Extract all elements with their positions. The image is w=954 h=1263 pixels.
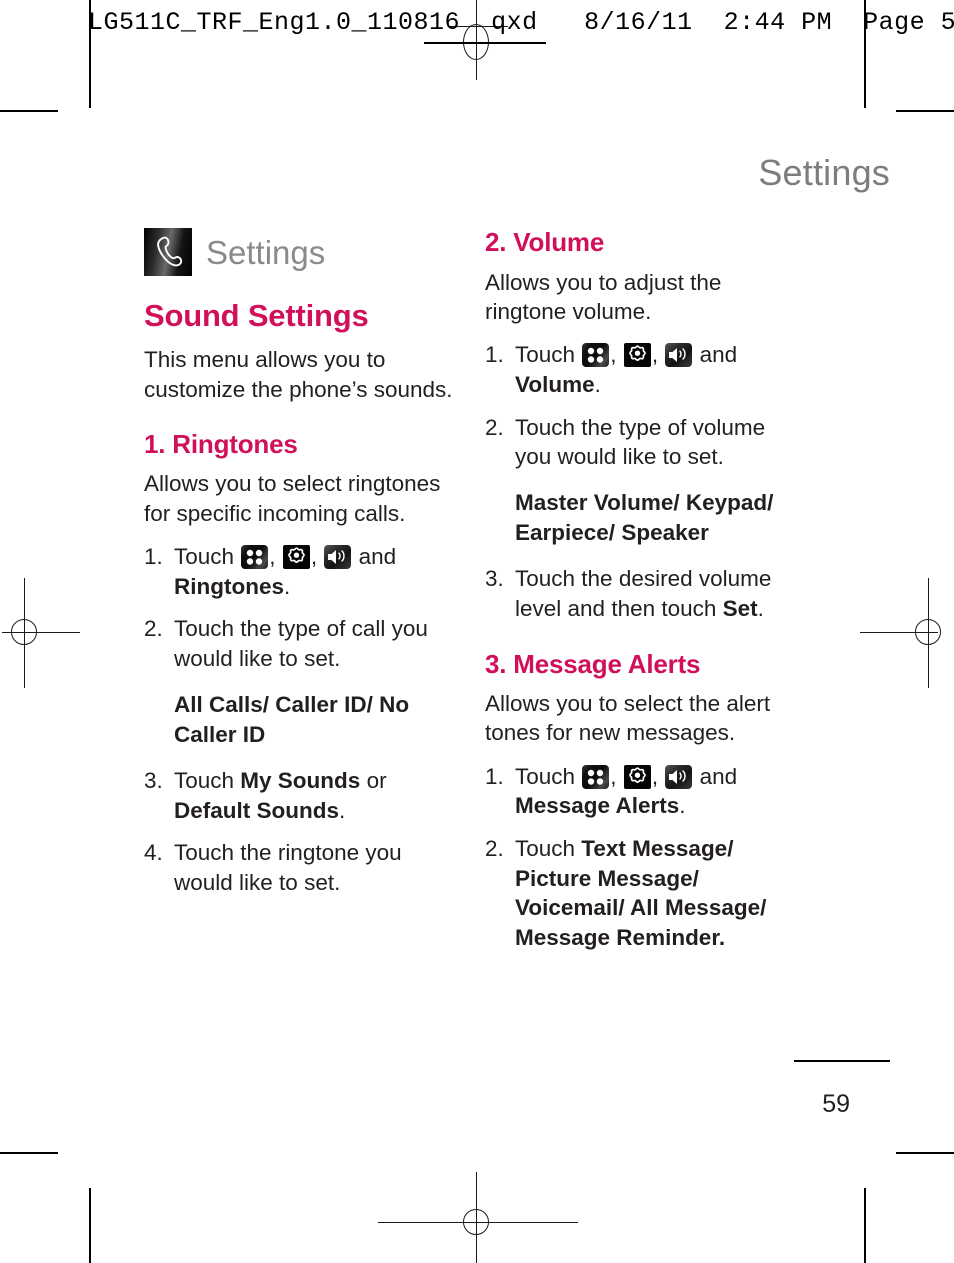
- step-text-mid: or: [360, 767, 387, 793]
- ringtones-steps: 1. Touch , , and Ringtones. 2. Touch the t…: [144, 542, 454, 674]
- step-text-pre: Touch: [515, 342, 582, 368]
- print-stamp-underline: [424, 42, 546, 44]
- step-number: 2.: [485, 414, 504, 440]
- step-bold-term: Ringtones: [174, 573, 284, 599]
- comma-sep: ,: [310, 543, 324, 569]
- column-left: Settings Sound Settings This menu allows…: [144, 228, 454, 911]
- volume-steps: 1. Touch , , and Volume. 2. Touch the type…: [485, 340, 795, 472]
- ringtones-intro: Allows you to select ringtones for speci…: [144, 471, 441, 526]
- step-item: 2. Touch the type of call you would like …: [144, 614, 454, 673]
- page-title: Sound Settings: [144, 298, 369, 333]
- comma-sep: ,: [610, 342, 623, 368]
- registration-circle: [463, 1209, 489, 1235]
- step-text: Touch the type of volume you would like …: [515, 414, 766, 470]
- call-type-options: All Calls/ Caller ID/ No Caller ID: [174, 691, 410, 747]
- step-text: Touch the ringtone you would like to set…: [174, 840, 402, 896]
- comma-sep: ,: [610, 763, 623, 789]
- speaker-icon: [665, 764, 693, 789]
- registration-mark-right: [860, 578, 952, 688]
- gear-icon: [623, 764, 651, 789]
- step-text-pre: Touch: [174, 543, 241, 569]
- step-number: 4.: [144, 840, 163, 866]
- step-bold-term: Message Alerts: [515, 793, 680, 819]
- registration-circle: [11, 619, 37, 645]
- running-head: Settings: [758, 152, 890, 193]
- step-item: 4. Touch the ringtone you would like to s…: [144, 838, 454, 897]
- step-item: 2. Touch the type of volume you would lik…: [485, 413, 795, 472]
- comma-sep: ,: [651, 763, 665, 789]
- crop-mark-bottom-right: [896, 1152, 954, 1154]
- step-number: 1.: [144, 543, 163, 569]
- volume-intro: Allows you to adjust the ringtone volume…: [485, 269, 722, 324]
- column-right: 2. Volume Allows you to adjust the ringt…: [485, 227, 795, 966]
- step-number: 2.: [485, 836, 504, 862]
- registration-circle: [915, 619, 941, 645]
- step-text-pre: Touch: [515, 763, 582, 789]
- step-number: 1.: [485, 763, 504, 789]
- print-file-stamp: LG511C_TRF_Eng1.0_110816 qxd 8/16/11 2:4…: [88, 8, 954, 37]
- step-number: 3.: [485, 566, 504, 592]
- grid-icon: [582, 764, 610, 789]
- step-item: 1. Touch , , and Message Alerts.: [485, 762, 795, 821]
- phone-handset-icon: [144, 228, 192, 276]
- message-alerts-intro: Allows you to select the alert tones for…: [485, 691, 771, 746]
- manual-page: LG511C_TRF_Eng1.0_110816 qxd 8/16/11 2:4…: [0, 0, 954, 1263]
- step-text-pre: Touch: [515, 836, 582, 862]
- page-number: 59: [822, 1090, 850, 1118]
- step-item: 1. Touch , , and Ringtones.: [144, 542, 454, 601]
- trim-line-left-bottom: [89, 1188, 91, 1263]
- grid-icon: [582, 343, 610, 368]
- step-number: 3.: [144, 767, 163, 793]
- gear-icon: [282, 544, 310, 569]
- step-text: Touch the type of call you would like to…: [174, 616, 428, 672]
- registration-mark-left: [2, 578, 80, 688]
- step-text-mid: and: [693, 763, 738, 789]
- section-header: Settings: [144, 228, 454, 276]
- step-text-mid: and: [352, 543, 397, 569]
- sound-settings-intro: This menu allows you to customize the ph…: [144, 347, 453, 402]
- step-text-post: .: [757, 595, 764, 621]
- grid-icon: [241, 544, 269, 569]
- section-title: Settings: [206, 233, 326, 271]
- step-item: 3. Touch the desired volume level and the…: [485, 564, 795, 623]
- ringtones-heading: 1. Ringtones: [144, 428, 298, 459]
- registration-mark-bottom: [378, 1172, 578, 1263]
- step-text-post: .: [284, 573, 291, 599]
- step-bold-term: Volume: [515, 371, 595, 397]
- speaker-icon: [665, 343, 693, 368]
- step-text-mid: and: [693, 342, 738, 368]
- crop-mark-top-left: [0, 110, 58, 112]
- volume-steps-continued: 3. Touch the desired volume level and the…: [485, 564, 795, 623]
- step-number: 2.: [144, 616, 163, 642]
- step-text-pre: Touch: [174, 767, 241, 793]
- volume-type-options: Master Volume/ Keypad/ Earpiece/ Speaker: [515, 489, 774, 546]
- step-bold-term-2: Default Sounds: [174, 797, 340, 823]
- comma-sep: ,: [269, 543, 282, 569]
- volume-heading: 2. Volume: [485, 227, 605, 257]
- step-text-post: .: [339, 797, 346, 823]
- step-bold-term: My Sounds: [240, 767, 361, 793]
- step-text-post: .: [594, 371, 601, 397]
- trim-line-right-bottom: [864, 1188, 866, 1263]
- step-item: 3. Touch My Sounds or Default Sounds.: [144, 766, 454, 825]
- gear-icon: [623, 343, 651, 368]
- crop-mark-bottom-left: [0, 1152, 58, 1154]
- step-number: 1.: [485, 342, 504, 368]
- comma-sep: ,: [651, 342, 665, 368]
- crop-mark-top-right: [896, 110, 954, 112]
- footer-rule: [794, 1060, 890, 1062]
- speaker-icon: [324, 544, 352, 569]
- step-item: 2. Touch Text Message/ Picture Message/ V…: [485, 834, 795, 953]
- ringtones-steps-continued: 3. Touch My Sounds or Default Sounds. 4. T…: [144, 766, 454, 898]
- message-alerts-heading: 3. Message Alerts: [485, 648, 701, 679]
- message-alerts-steps: 1. Touch , , and Message Alerts. 2. Touch …: [485, 762, 795, 953]
- step-item: 1. Touch , , and Volume.: [485, 340, 795, 399]
- step-text-post: .: [679, 793, 686, 819]
- step-bold-term: Set: [722, 595, 758, 621]
